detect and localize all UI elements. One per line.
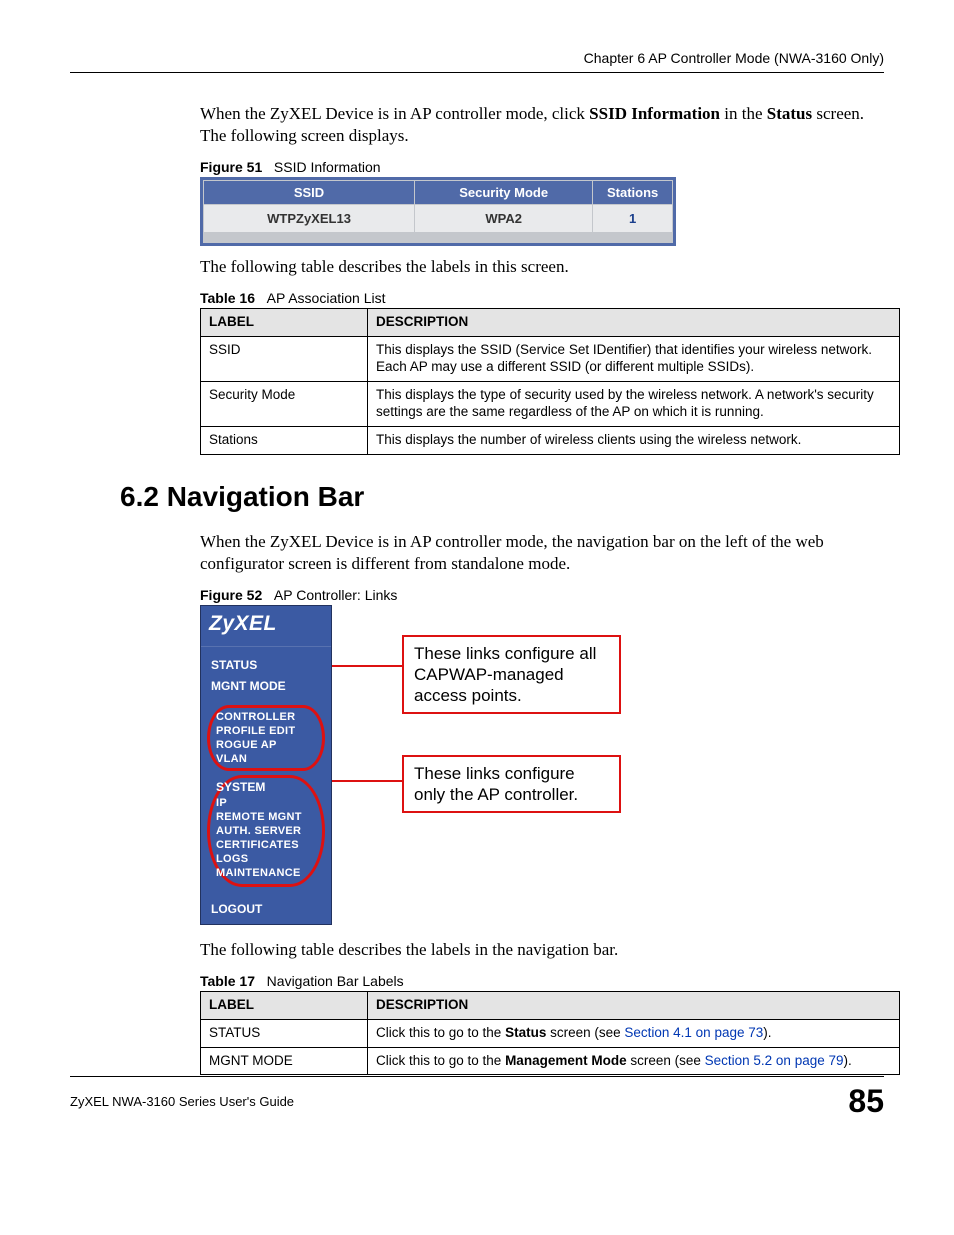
th-label: LABEL bbox=[201, 309, 368, 337]
nav-logout[interactable]: LOGOUT bbox=[211, 897, 321, 918]
cell-ssid: WTPZyXEL13 bbox=[204, 205, 415, 233]
figure51-caption: Figure 51 SSID Information bbox=[200, 159, 884, 175]
table-row: Stations This displays the number of wir… bbox=[201, 426, 900, 454]
text: screen (see bbox=[546, 1025, 624, 1040]
nav-group-system: SYSTEM IP REMOTE MGNT AUTH. SERVER CERTI… bbox=[207, 775, 325, 887]
nav-status[interactable]: STATUS bbox=[211, 653, 321, 674]
cross-ref-link[interactable]: Section 5.2 on page 79 bbox=[705, 1053, 844, 1068]
chapter-label: Chapter 6 AP Controller Mode (NWA-3160 O… bbox=[70, 50, 884, 66]
cell-label: SSID bbox=[201, 337, 368, 382]
nav-logs[interactable]: LOGS bbox=[216, 852, 316, 866]
nav-vlan[interactable]: VLAN bbox=[216, 752, 316, 766]
text-bold: SSID Information bbox=[589, 104, 720, 123]
cross-ref-link[interactable]: Section 4.1 on page 73 bbox=[624, 1025, 763, 1040]
nav-maintenance[interactable]: MAINTENANCE bbox=[216, 866, 316, 880]
figure-title: AP Controller: Links bbox=[274, 587, 397, 603]
text: Click this to go to the bbox=[376, 1025, 505, 1040]
cell-security: WPA2 bbox=[415, 205, 593, 233]
cell-label: STATUS bbox=[201, 1019, 368, 1047]
col-header-ssid: SSID bbox=[204, 181, 415, 205]
figure-number: Figure 52 bbox=[200, 587, 262, 603]
table-number: Table 16 bbox=[200, 290, 255, 306]
text: in the bbox=[720, 104, 767, 123]
table17-intro: The following table describes the labels… bbox=[200, 939, 884, 961]
nav-rogue-ap[interactable]: ROGUE AP bbox=[216, 738, 316, 752]
cell-desc: Click this to go to the Status screen (s… bbox=[368, 1019, 900, 1047]
th-description: DESCRIPTION bbox=[368, 991, 900, 1019]
text-bold: Status bbox=[505, 1025, 546, 1040]
callout-controller-only: These links configure only the AP contro… bbox=[402, 755, 621, 814]
table16-caption: Table 16 AP Association List bbox=[200, 290, 884, 306]
footer-guide-title: ZyXEL NWA-3160 Series User's Guide bbox=[70, 1094, 294, 1109]
table-row: Security Mode This displays the type of … bbox=[201, 381, 900, 426]
table-title: Navigation Bar Labels bbox=[267, 973, 404, 989]
text: ). bbox=[763, 1025, 771, 1040]
intro-paragraph: When the ZyXEL Device is in AP controlle… bbox=[200, 103, 884, 147]
cell-desc: Click this to go to the Management Mode … bbox=[368, 1047, 900, 1075]
nav-sidebar: ZyXEL STATUS MGNT MODE CONTROLLER PROFIL… bbox=[200, 605, 332, 925]
nav-certificates[interactable]: CERTIFICATES bbox=[216, 838, 316, 852]
nav-auth-server[interactable]: AUTH. SERVER bbox=[216, 824, 316, 838]
figure-number: Figure 51 bbox=[200, 159, 262, 175]
page-footer: ZyXEL NWA-3160 Series User's Guide 85 bbox=[70, 1076, 884, 1120]
cell-label: MGNT MODE bbox=[201, 1047, 368, 1075]
table-row: SSID This displays the SSID (Service Set… bbox=[201, 337, 900, 382]
cell-stations-link[interactable]: 1 bbox=[593, 205, 673, 233]
table-row: STATUS Click this to go to the Status sc… bbox=[201, 1019, 900, 1047]
page-number: 85 bbox=[848, 1083, 884, 1120]
nav-ip[interactable]: IP bbox=[216, 796, 316, 810]
nav-controller[interactable]: CONTROLLER bbox=[216, 710, 316, 724]
section-6-2-paragraph: When the ZyXEL Device is in AP controlle… bbox=[200, 531, 884, 575]
text: ). bbox=[844, 1053, 852, 1068]
figure51-ssid-table: SSID Security Mode Stations WTPZyXEL13 W… bbox=[200, 177, 676, 246]
col-header-security: Security Mode bbox=[415, 181, 593, 205]
text: When the ZyXEL Device is in AP controlle… bbox=[200, 104, 589, 123]
cell-label: Stations bbox=[201, 426, 368, 454]
figure52: ZyXEL STATUS MGNT MODE CONTROLLER PROFIL… bbox=[200, 605, 884, 925]
cell-label: Security Mode bbox=[201, 381, 368, 426]
table-number: Table 17 bbox=[200, 973, 255, 989]
table16-intro: The following table describes the labels… bbox=[200, 256, 884, 278]
th-label: LABEL bbox=[201, 991, 368, 1019]
cell-desc: This displays the SSID (Service Set IDen… bbox=[368, 337, 900, 382]
table17-caption: Table 17 Navigation Bar Labels bbox=[200, 973, 884, 989]
callout-capwap: These links configure all CAPWAP-managed… bbox=[402, 635, 621, 715]
nav-group-capwap: CONTROLLER PROFILE EDIT ROGUE AP VLAN bbox=[207, 705, 325, 771]
header-rule bbox=[70, 72, 884, 73]
cell-desc: This displays the number of wireless cli… bbox=[368, 426, 900, 454]
section-heading-6-2: 6.2 Navigation Bar bbox=[120, 481, 884, 513]
nav-remote-mgnt[interactable]: REMOTE MGNT bbox=[216, 810, 316, 824]
cell-desc: This displays the type of security used … bbox=[368, 381, 900, 426]
table-title: AP Association List bbox=[267, 290, 386, 306]
nav-profile-edit[interactable]: PROFILE EDIT bbox=[216, 724, 316, 738]
table-row: MGNT MODE Click this to go to the Manage… bbox=[201, 1047, 900, 1075]
text-bold: Status bbox=[767, 104, 812, 123]
text: screen (see bbox=[627, 1053, 705, 1068]
table16: LABEL DESCRIPTION SSID This displays the… bbox=[200, 308, 900, 454]
zyxel-logo: ZyXEL bbox=[201, 606, 331, 647]
text-bold: Management Mode bbox=[505, 1053, 627, 1068]
th-description: DESCRIPTION bbox=[368, 309, 900, 337]
nav-mgnt-mode[interactable]: MGNT MODE bbox=[211, 674, 321, 695]
figure-title: SSID Information bbox=[274, 159, 381, 175]
text: Click this to go to the bbox=[376, 1053, 505, 1068]
callout-connector bbox=[332, 780, 402, 782]
col-header-stations: Stations bbox=[593, 181, 673, 205]
figure52-caption: Figure 52 AP Controller: Links bbox=[200, 587, 884, 603]
nav-system[interactable]: SYSTEM bbox=[216, 780, 316, 796]
callout-connector bbox=[332, 665, 402, 667]
table17: LABEL DESCRIPTION STATUS Click this to g… bbox=[200, 991, 900, 1076]
